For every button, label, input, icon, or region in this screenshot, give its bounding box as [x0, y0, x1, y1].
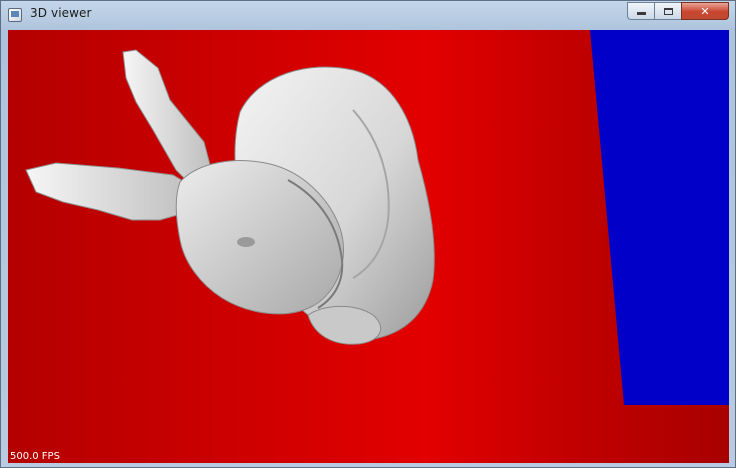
minimize-icon	[636, 12, 646, 15]
app-icon	[8, 8, 22, 22]
bunny-model	[25, 49, 435, 345]
minimize-button[interactable]	[627, 2, 655, 20]
close-icon: ✕	[700, 4, 710, 18]
close-button[interactable]: ✕	[681, 2, 729, 20]
3d-viewport[interactable]: 500.0 FPS	[8, 30, 729, 463]
scene-canvas	[25, 30, 729, 405]
maximize-icon	[663, 7, 673, 15]
fps-counter: 500.0 FPS	[10, 451, 60, 462]
blue-plane	[590, 30, 729, 405]
maximize-button[interactable]	[654, 2, 682, 20]
title-bar[interactable]: 3D viewer ✕	[1, 1, 735, 29]
bunny-eye	[237, 237, 255, 247]
window-title: 3D viewer	[30, 6, 92, 20]
app-window: 3D viewer ✕ 500.0 FPS	[0, 0, 736, 468]
bunny-ear-lower	[25, 162, 199, 221]
